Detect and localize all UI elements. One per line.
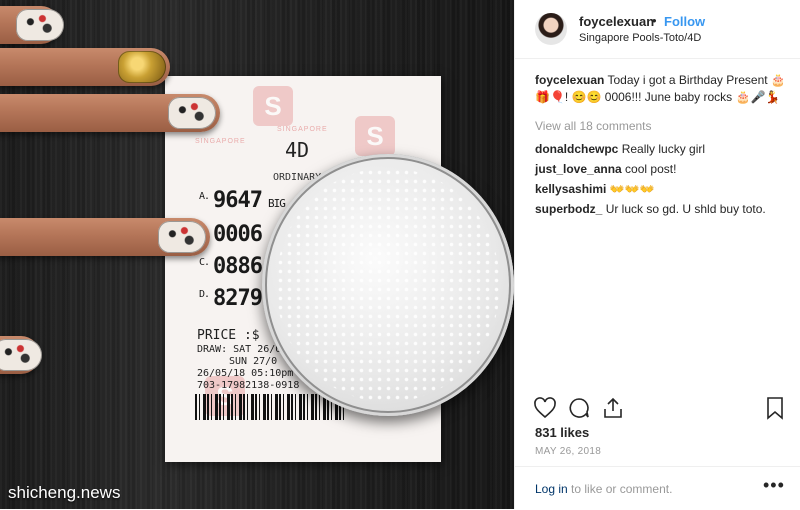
view-all-comments-link[interactable]: View all 18 comments (535, 118, 791, 135)
more-options-button[interactable]: ••• (763, 475, 785, 496)
login-prompt-text: to like or comment. (567, 482, 673, 496)
watermark: shicheng.news (8, 483, 121, 502)
patterned-nail (16, 9, 64, 41)
comment-text: cool post! (625, 162, 677, 176)
logo-caption: SINGAPORE (195, 138, 246, 145)
caption: foycelexuan Today i got a Birthday Prese… (535, 72, 791, 106)
heart-icon[interactable] (533, 396, 557, 420)
singapore-pools-logo: S (253, 86, 293, 126)
likes-count[interactable]: 831 likes (535, 425, 589, 440)
gold-glitter-nail (118, 51, 166, 83)
comment: kellysashimi 👐👐👐 (535, 181, 791, 198)
comments-section: foycelexuan Today i got a Birthday Prese… (535, 72, 791, 221)
follow-button[interactable]: Follow (664, 14, 705, 29)
logo-caption: SINGAPORE (277, 126, 328, 133)
ticket-line: C. 0886 (199, 254, 263, 279)
post-header: foycelexuan • Follow Singapore Pools-Tot… (515, 0, 800, 59)
patterned-nail (168, 97, 216, 129)
username-link[interactable]: foycelexuan (579, 14, 654, 29)
singapore-pools-logo: S (355, 116, 395, 156)
ticket-serial: 703-17982138-0918 (197, 380, 300, 391)
ticket-price: PRICE :$ (197, 328, 260, 343)
comment-icon[interactable] (567, 396, 591, 420)
bookmark-icon[interactable] (763, 396, 787, 420)
post-date: MAY 26, 2018 (535, 446, 602, 457)
ticket-game: 4D (285, 138, 310, 162)
comment-username[interactable]: just_love_anna (535, 162, 622, 176)
post-panel: foycelexuan • Follow Singapore Pools-Tot… (514, 0, 800, 509)
comment-text: 👐👐👐 (609, 182, 655, 196)
caption-username[interactable]: foycelexuan (535, 73, 604, 87)
ticket-line: D. 8279 (199, 286, 263, 311)
share-icon[interactable] (601, 396, 625, 420)
login-prompt: Log in to like or comment. (535, 482, 672, 496)
device-dot-pattern (276, 168, 500, 402)
comment-text: Ur luck so gd. U shld buy toto. (605, 202, 766, 216)
comment-username[interactable]: superbodz_ (535, 202, 602, 216)
ticket-line: A. 9647 BIG (199, 188, 286, 213)
round-device (262, 154, 514, 416)
comment: donaldchewpc Really lucky girl (535, 141, 791, 158)
post-footer: Log in to like or comment. ••• (515, 466, 800, 510)
ticket-draw-1: DRAW: SAT 26/0 (197, 344, 282, 355)
patterned-nail (0, 339, 42, 371)
comment: superbodz_ Ur luck so gd. U shld buy tot… (535, 201, 791, 218)
comment-text: Really lucky girl (621, 142, 706, 156)
ticket-draw-2: SUN 27/0 (229, 356, 278, 367)
patterned-nail (158, 221, 206, 253)
ticket-timestamp: 26/05/18 05:10pm (197, 368, 294, 379)
comment-username[interactable]: donaldchewpc (535, 142, 618, 156)
login-link[interactable]: Log in (535, 482, 568, 496)
barcode (195, 394, 345, 420)
action-bar (533, 396, 793, 420)
comment: just_love_anna cool post! (535, 161, 791, 178)
comment-username[interactable]: kellysashimi (535, 182, 606, 196)
separator-dot: • (652, 13, 657, 28)
avatar[interactable] (535, 13, 567, 45)
location-link[interactable]: Singapore Pools-Toto/4D (579, 32, 701, 44)
post-photo[interactable]: S S S S SINGAPORE SINGAPORE 4D ORDINARY … (0, 0, 514, 509)
